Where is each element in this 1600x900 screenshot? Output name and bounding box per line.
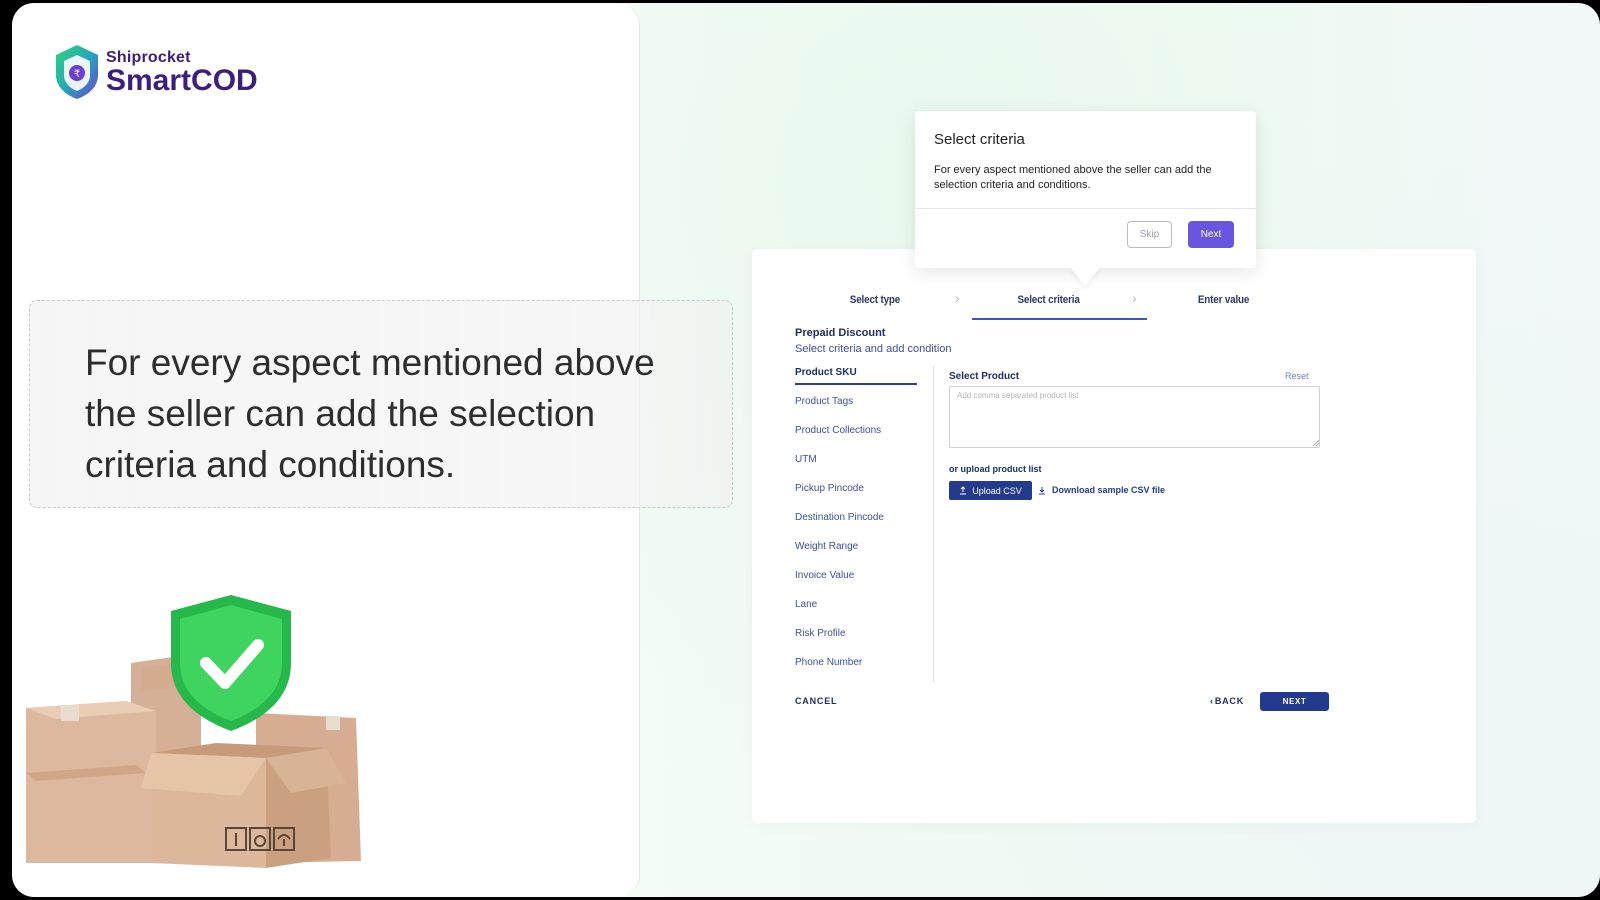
- popover-divider: [915, 208, 1256, 209]
- headline-card: For every aspect mentioned above the sel…: [29, 300, 733, 508]
- step-select-type[interactable]: Select type: [850, 294, 900, 306]
- back-label: BACK: [1214, 696, 1245, 706]
- criteria-form-card: Select type › Select criteria › Enter va…: [752, 249, 1476, 823]
- criteria-item-destination-pincode[interactable]: Destination Pincode: [795, 512, 884, 523]
- popover-next-button[interactable]: Next: [1188, 221, 1234, 248]
- chevron-left-icon: ‹: [1210, 696, 1214, 706]
- back-button[interactable]: ‹ BACK: [1210, 696, 1244, 706]
- criteria-item-product-tags[interactable]: Product Tags: [795, 396, 853, 407]
- criteria-item-lane[interactable]: Lane: [795, 599, 817, 610]
- reset-link[interactable]: Reset: [1285, 371, 1309, 381]
- tour-popover: Select criteria For every aspect mention…: [915, 111, 1256, 286]
- chevron-right-icon: ›: [1132, 290, 1137, 306]
- criteria-item-utm[interactable]: UTM: [795, 454, 817, 465]
- chevron-right-icon: ›: [955, 290, 960, 306]
- form-subtitle: Select criteria and add condition: [795, 343, 952, 355]
- cancel-button[interactable]: CANCEL: [795, 696, 837, 706]
- skip-button[interactable]: Skip: [1127, 221, 1172, 248]
- criteria-item-pickup-pincode[interactable]: Pickup Pincode: [795, 483, 864, 494]
- criteria-item-invoice-value[interactable]: Invoice Value: [795, 570, 854, 581]
- step-enter-value[interactable]: Enter value: [1198, 294, 1250, 306]
- stepper: Select type › Select criteria › Enter va…: [752, 289, 1476, 320]
- download-icon: [1039, 486, 1045, 494]
- step-select-criteria[interactable]: Select criteria: [1017, 294, 1079, 306]
- active-step-indicator: [972, 318, 1147, 320]
- upload-csv-label: Upload CSV: [972, 485, 1022, 496]
- criteria-item-risk-profile[interactable]: Risk Profile: [795, 628, 846, 639]
- cod-boxes-illustration: [26, 595, 361, 868]
- criteria-item-phone-number[interactable]: Phone Number: [795, 657, 862, 668]
- upload-list-label: or upload product list: [949, 464, 1042, 474]
- form-title: Prepaid Discount: [795, 327, 886, 339]
- svg-text:₹: ₹: [74, 69, 80, 80]
- criteria-item-product-sku[interactable]: Product SKU: [795, 367, 857, 378]
- download-sample-csv-link[interactable]: Download sample CSV file: [1038, 485, 1165, 495]
- shield-logo-icon: ₹: [56, 45, 98, 99]
- headline-text: For every aspect mentioned above the sel…: [85, 342, 655, 485]
- popover-arrow: [1069, 266, 1101, 286]
- brand-logo: ₹ Shiprocket SmartCOD: [52, 43, 258, 101]
- popover-title: Select criteria: [934, 131, 1025, 148]
- download-sample-csv-label: Download sample CSV file: [1052, 485, 1166, 495]
- product-list-input[interactable]: [949, 386, 1320, 448]
- brand-name-big: SmartCOD: [106, 63, 258, 97]
- resize-grip-icon[interactable]: [1312, 439, 1319, 446]
- vertical-divider: [933, 366, 934, 682]
- criteria-item-product-collections[interactable]: Product Collections: [795, 425, 881, 436]
- upload-csv-button[interactable]: Upload CSV: [949, 481, 1032, 500]
- next-button[interactable]: NEXT: [1260, 692, 1329, 711]
- active-criteria-underline: [795, 383, 917, 385]
- popover-body: For every aspect mentioned above the sel…: [934, 164, 1212, 191]
- select-product-label: Select Product: [949, 371, 1020, 382]
- criteria-item-weight-range[interactable]: Weight Range: [795, 541, 858, 552]
- upload-icon: [960, 486, 967, 495]
